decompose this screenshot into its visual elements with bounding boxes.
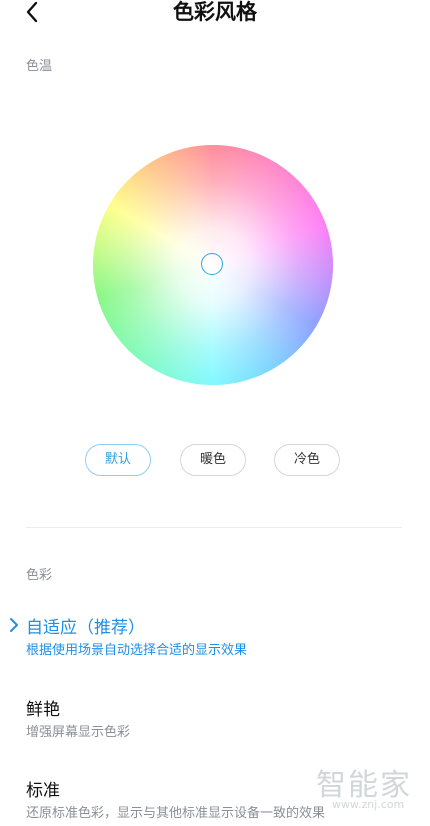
watermark-url: www.znj.com (332, 798, 405, 811)
watermark: 智能家 www.znj.com (316, 760, 418, 822)
option-description: 根据使用场景自动选择合适的显示效果 (26, 643, 248, 658)
option-title: 自适应（推荐） (26, 618, 145, 638)
color-wheel-handle[interactable] (201, 253, 223, 275)
page-title: 色彩风格 (173, 0, 257, 24)
option-description: 增强屏幕显示色彩 (26, 725, 131, 740)
section-divider (26, 527, 402, 528)
option-title: 鲜艳 (26, 700, 60, 720)
color-temperature-label: 色温 (26, 59, 53, 74)
option-description: 还原标准色彩，显示与其他标准显示设备一致的效果 (26, 806, 326, 821)
preset-default-button[interactable]: 默认 (85, 444, 151, 476)
preset-cool-button[interactable]: 冷色 (274, 444, 340, 476)
option-title: 标准 (26, 781, 60, 801)
preset-warm-button[interactable]: 暖色 (180, 444, 246, 476)
color-temperature-wheel[interactable] (93, 145, 333, 385)
selected-chevron-icon (10, 618, 18, 632)
color-mode-label: 色彩 (26, 568, 53, 583)
color-option-adaptive[interactable]: 自适应（推荐） 根据使用场景自动选择合适的显示效果 (0, 613, 430, 659)
header: 色彩风格 (0, 0, 430, 28)
color-option-vivid[interactable]: 鲜艳 增强屏幕显示色彩 (0, 695, 430, 741)
